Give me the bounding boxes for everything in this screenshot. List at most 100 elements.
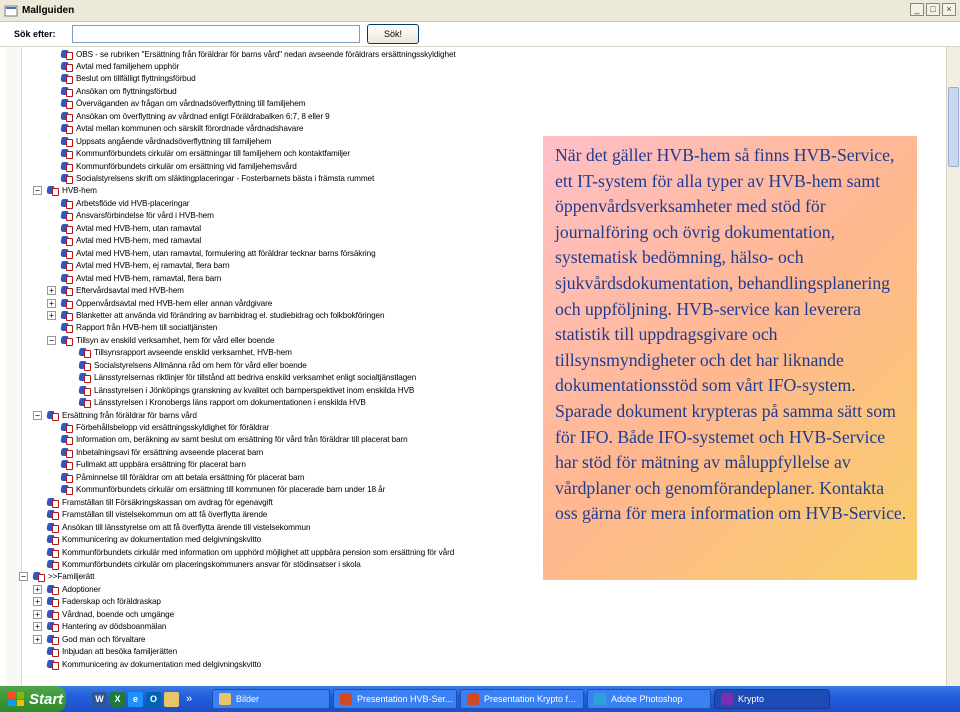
start-button[interactable]: Start bbox=[0, 686, 66, 712]
template-icon bbox=[60, 335, 73, 346]
expand-icon[interactable]: + bbox=[33, 584, 42, 594]
tree-doc-row[interactable]: Socialstyrelsens skrift om släktingplace… bbox=[60, 173, 374, 185]
tree-folder-row[interactable]: + Öppenvårdsavtal med HVB-hem eller annan… bbox=[47, 297, 272, 309]
tree-folder-row[interactable]: + God man och förvaltare bbox=[33, 633, 145, 645]
app-icon bbox=[721, 693, 733, 705]
tree-doc-row[interactable]: OBS - se rubriken "Ersättning från föräl… bbox=[60, 48, 456, 60]
tree-doc-row[interactable]: Avtal mellan kommunen och särskilt föror… bbox=[60, 123, 303, 135]
scrollbar-thumb[interactable] bbox=[948, 87, 959, 167]
tree-doc-row[interactable]: Kommunförbundets cirkulär med informatio… bbox=[46, 546, 454, 558]
tree-doc-row[interactable]: Ansökan till länsstyrelse om att få över… bbox=[46, 521, 311, 533]
taskbar-button-label: Presentation HVB-Ser... bbox=[357, 694, 453, 704]
search-input[interactable] bbox=[72, 25, 360, 43]
template-icon bbox=[60, 447, 73, 458]
tree-doc-row[interactable]: Avtal med HVB-hem, med ramavtal bbox=[60, 235, 201, 247]
expand-icon[interactable]: + bbox=[33, 634, 42, 644]
tree-doc-row[interactable]: Länsstyrelsen i Jönköpings granskning av… bbox=[78, 384, 414, 396]
tree-folder-row[interactable]: + Vårdnad, boende och umgänge bbox=[33, 608, 174, 620]
expand-icon[interactable]: + bbox=[33, 597, 42, 607]
tree-folder-row[interactable]: − Ersättning från föräldrar för barns vår… bbox=[33, 409, 197, 421]
tree-doc-row[interactable]: Arbetsflöde vid HVB-placeringar bbox=[60, 197, 190, 209]
tree-doc-row[interactable]: Tillsynsrapport avseende enskild verksam… bbox=[78, 347, 292, 359]
tree-doc-row[interactable]: Kommunicering av dokumentation med delgi… bbox=[46, 534, 261, 546]
tree-item-label: HVB-hem bbox=[62, 186, 97, 196]
maximize-button[interactable]: □ bbox=[926, 3, 940, 16]
tree-item-label: Avtal med familjehem upphör bbox=[76, 61, 180, 71]
tree-doc-row[interactable]: Förbehållsbelopp vid ersättningsskyldigh… bbox=[60, 422, 269, 434]
tree-item-label: Framställan till vistelsekommun om att f… bbox=[62, 510, 268, 520]
tree-doc-row[interactable]: Socialstyrelsens Allmänna råd om hem för… bbox=[78, 359, 307, 371]
collapse-icon[interactable]: − bbox=[19, 572, 28, 582]
template-icon bbox=[46, 634, 59, 645]
tree-doc-row[interactable]: Rapport från HVB-hem till socialtjänsten bbox=[60, 322, 217, 334]
template-icon bbox=[60, 136, 73, 147]
tree-item-label: Kommunförbundets cirkulär om ersättninga… bbox=[76, 149, 350, 159]
tree-item-label: Länsstyrelsernas riktlinjer för tillstån… bbox=[94, 373, 417, 383]
taskbar-button[interactable]: Krypto bbox=[714, 689, 830, 709]
tree-doc-row[interactable]: Kommunförbundets cirkulär om ersättning … bbox=[60, 160, 297, 172]
tree-doc-row[interactable]: Avtal med familjehem upphör bbox=[60, 60, 179, 72]
tree-doc-row[interactable]: Beslut om tillfälligt flyttningsförbud bbox=[60, 73, 196, 85]
tree-doc-row[interactable]: Avtal med HVB-hem, utan ramavtal, formul… bbox=[60, 247, 376, 259]
tree-doc-row[interactable]: Inbetalningsavi för ersättning avseende … bbox=[60, 446, 263, 458]
expand-icon[interactable]: + bbox=[47, 310, 56, 320]
tree-doc-row[interactable]: Framställan till vistelsekommun om att f… bbox=[46, 509, 267, 521]
taskbar-button[interactable]: Adobe Photoshop bbox=[587, 689, 711, 709]
tree-folder-row[interactable]: + Hantering av dödsboanmälan bbox=[33, 621, 166, 633]
template-icon bbox=[60, 422, 73, 433]
taskbar-button[interactable]: Presentation Krypto f... bbox=[460, 689, 584, 709]
search-button[interactable]: Sök! bbox=[367, 24, 419, 44]
tree-gutter bbox=[6, 47, 22, 686]
tree-doc-row[interactable]: Fullmakt att uppbära ersättning för plac… bbox=[60, 459, 246, 471]
collapse-icon[interactable]: − bbox=[33, 410, 42, 420]
template-icon bbox=[46, 185, 59, 197]
tree-doc-row[interactable]: Kommunförbundets cirkulär om ersättninga… bbox=[60, 148, 350, 160]
tree-doc-row[interactable]: Länsstyrelsen i Kronobergs läns rapport … bbox=[78, 397, 366, 409]
tree-doc-row[interactable]: Framställan till Försäkringskassan om av… bbox=[46, 496, 273, 508]
expand-icon[interactable]: + bbox=[33, 609, 42, 619]
ie-icon[interactable]: e bbox=[128, 691, 143, 707]
tree-doc-row[interactable]: Kommunicering av dokumentation med delgi… bbox=[46, 658, 261, 670]
tree-doc-row[interactable]: Avtal med HVB-hem, utan ramavtal bbox=[60, 222, 201, 234]
taskbar-button[interactable]: Bilder bbox=[212, 689, 330, 709]
tree-doc-row[interactable]: Länsstyrelsernas riktlinjer för tillstån… bbox=[78, 372, 416, 384]
expand-icon[interactable]: + bbox=[33, 622, 42, 632]
template-icon bbox=[46, 609, 59, 620]
tree-item-label: Information om, beräkning av samt beslut… bbox=[76, 435, 408, 445]
tree-doc-row[interactable]: Avtal med HVB-hem, ramavtal, flera barn bbox=[60, 272, 221, 284]
tree-folder-row[interactable]: + Adoptioner bbox=[33, 583, 101, 595]
tree-doc-row[interactable]: Ansökan om flyttningsförbud bbox=[60, 85, 177, 97]
collapse-icon[interactable]: − bbox=[47, 335, 56, 345]
tree-folder-row[interactable]: − Tillsyn av enskild verksamhet, hem för … bbox=[47, 334, 275, 346]
tree-folder-row[interactable]: + Blanketter att använda vid förändring a… bbox=[47, 309, 385, 321]
close-button[interactable]: × bbox=[942, 3, 956, 16]
template-icon bbox=[46, 621, 59, 633]
tree-doc-row[interactable]: Ansökan om överflyttning av vårdnad enli… bbox=[60, 110, 330, 122]
tree-doc-row[interactable]: Avtal med HVB-hem, ej ramavtal, flera ba… bbox=[60, 260, 230, 272]
excel-icon[interactable]: X bbox=[110, 691, 125, 707]
tree-doc-row[interactable]: Uppsats angående vårdnadsöverflyttning t… bbox=[60, 135, 271, 147]
word-icon[interactable]: W bbox=[92, 691, 107, 707]
tree-doc-row[interactable]: Information om, beräkning av samt beslut… bbox=[60, 434, 408, 446]
expand-icon[interactable]: + bbox=[47, 286, 56, 296]
folder-icon[interactable] bbox=[164, 691, 179, 707]
tree-doc-row[interactable]: Kommunförbundets cirkulär om placeringsk… bbox=[46, 558, 361, 570]
outlook-icon[interactable]: O bbox=[146, 691, 161, 707]
tree-doc-row[interactable]: Inbjudan att besöka familjerätten bbox=[46, 646, 177, 658]
tree-folder-row[interactable]: − HVB-hem bbox=[33, 185, 97, 197]
tree-doc-row[interactable]: Påminnelse till föräldrar om att betala … bbox=[60, 471, 305, 483]
more-chevron-icon[interactable]: » bbox=[186, 693, 192, 705]
search-label: Sök efter: bbox=[14, 29, 56, 39]
tree-doc-row[interactable]: Ansvarsförbindelse för vård i HVB-hem bbox=[60, 210, 214, 222]
tree-doc-row[interactable]: Överväganden av frågan om vårdnadsöverfl… bbox=[60, 98, 306, 110]
collapse-icon[interactable]: − bbox=[33, 186, 42, 196]
tree-doc-row[interactable]: Kommunförbundets cirkulär om ersättning … bbox=[60, 484, 385, 496]
tree-folder-row[interactable]: + Faderskap och föräldraskap bbox=[33, 596, 161, 608]
expand-icon[interactable]: + bbox=[47, 298, 56, 308]
tree-folder-row[interactable]: − >>Familjerätt bbox=[19, 571, 95, 583]
tree-item-label: Vårdnad, boende och umgänge bbox=[62, 609, 175, 619]
tree-scrollbar[interactable] bbox=[946, 47, 960, 686]
tree-folder-row[interactable]: + Eftervårdsavtal med HVB-hem bbox=[47, 285, 184, 297]
taskbar-button[interactable]: Presentation HVB-Ser... bbox=[333, 689, 457, 709]
minimize-button[interactable]: _ bbox=[910, 3, 924, 16]
